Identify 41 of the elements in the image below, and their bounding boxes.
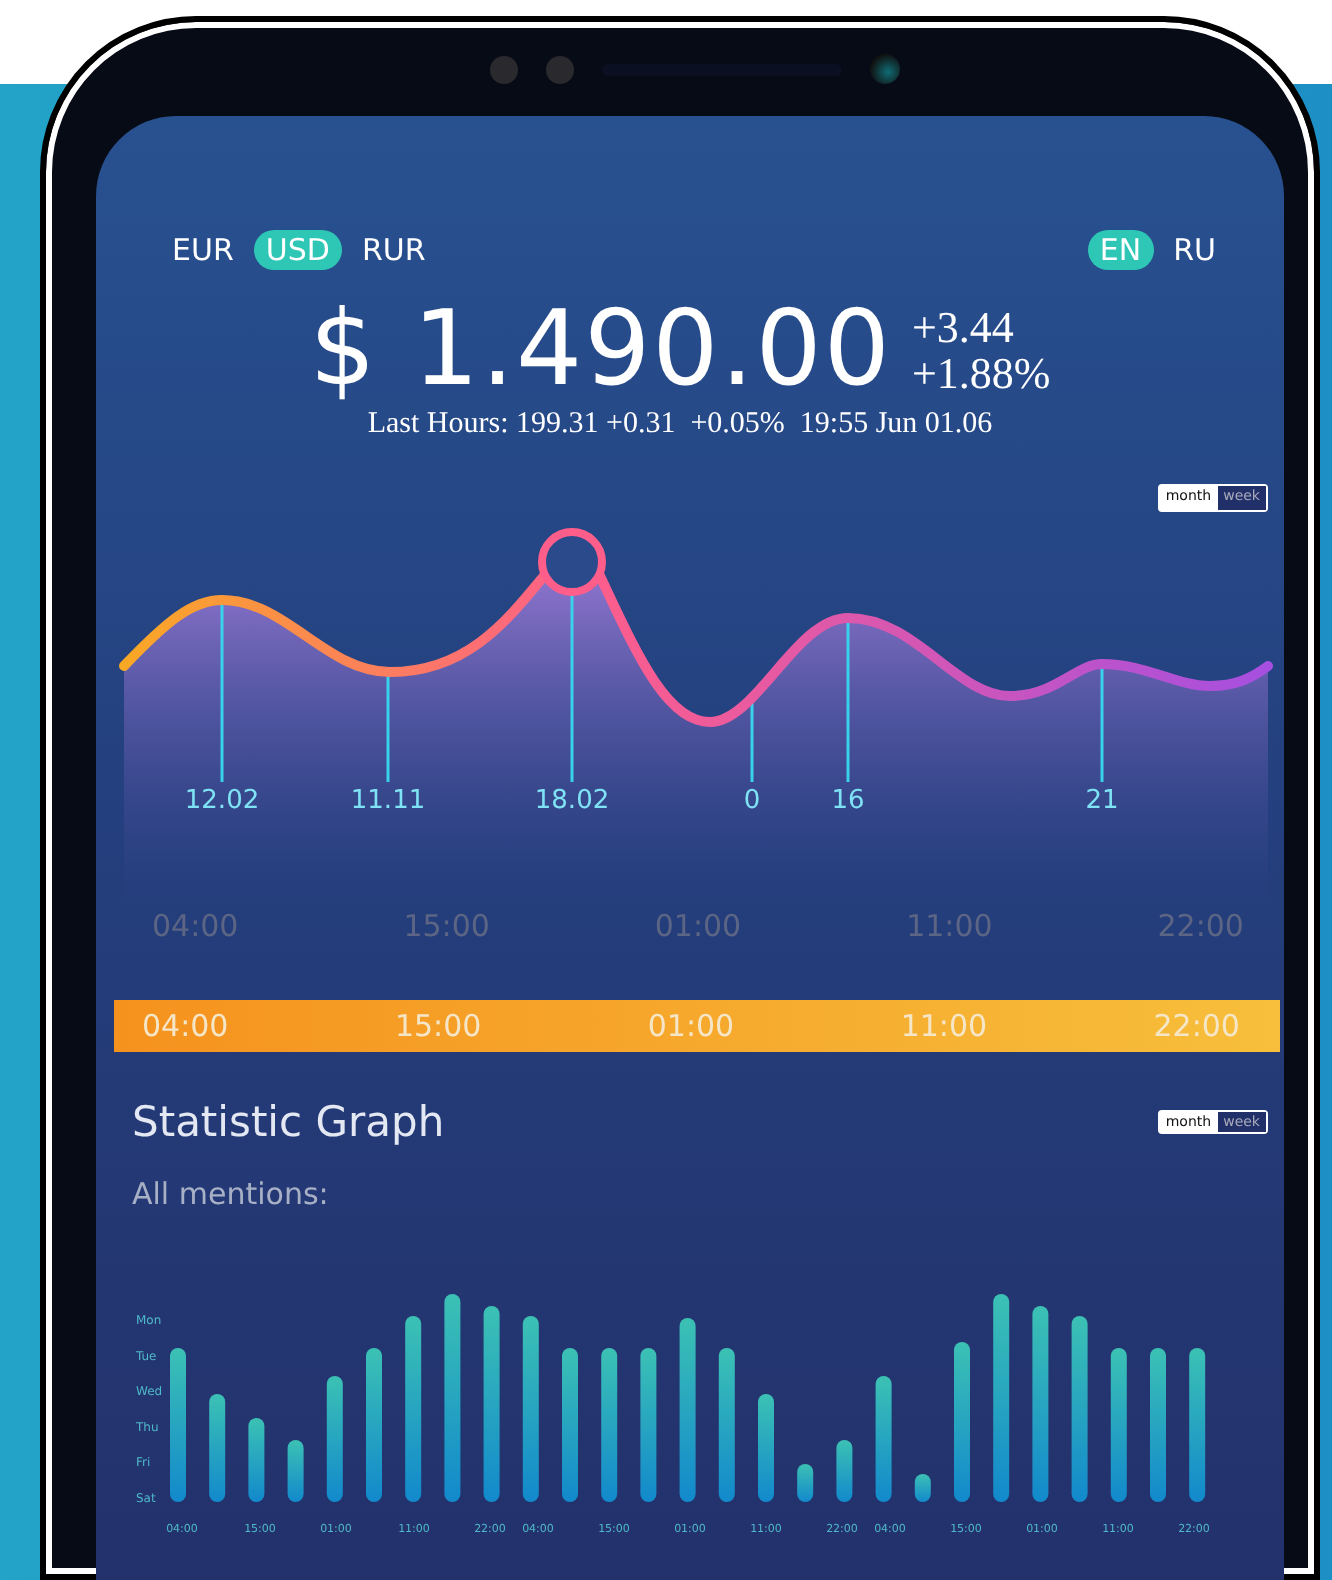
currency-option[interactable]: RUR xyxy=(349,230,438,270)
marker-label: 12.02 xyxy=(184,786,260,816)
sensor-icon xyxy=(545,55,573,83)
price-value: $ 1.490.00 xyxy=(309,290,892,410)
time-label: 11:00 xyxy=(900,1008,988,1044)
mention-bar xyxy=(836,1440,853,1502)
last-hours-text: Last Hours: 199.31 +0.31 +0.05% 19:55 Jun 01.06 xyxy=(365,408,995,444)
sensor-icon xyxy=(489,55,517,83)
mention-bar xyxy=(248,1418,265,1502)
mention-bar xyxy=(797,1464,814,1502)
camera-icon xyxy=(869,54,899,84)
time-label: 15:00 xyxy=(394,1008,482,1044)
mention-bar xyxy=(326,1376,343,1502)
mention-bar xyxy=(875,1376,892,1502)
change-amount: +3.44 xyxy=(911,304,1016,350)
language-option[interactable]: RU xyxy=(1161,230,1228,270)
time-label: 15:00 xyxy=(403,908,490,948)
mention-bar xyxy=(209,1394,226,1502)
change-percent: +1.88% xyxy=(911,350,1051,396)
currency-option[interactable]: EUR xyxy=(160,230,246,270)
marker-label: 16 xyxy=(831,786,865,816)
time-label: 22:00 xyxy=(1157,908,1244,948)
mention-bar xyxy=(758,1394,774,1502)
point-marker[interactable] xyxy=(538,528,606,596)
section-title: Statistic Graph xyxy=(132,1098,445,1146)
time-label: 01:00 xyxy=(647,1008,735,1044)
marker-line xyxy=(750,702,754,782)
marker-label: 11.11 xyxy=(350,786,426,816)
marker-label: 0 xyxy=(743,786,761,816)
time-label: 11:00 xyxy=(906,908,993,948)
marker-line xyxy=(1100,664,1104,782)
marker-label: 18.02 xyxy=(534,786,610,816)
mention-bar xyxy=(914,1474,931,1502)
marker-label: 21 xyxy=(1085,786,1119,816)
marker-line xyxy=(386,672,390,782)
time-label: 22:00 xyxy=(1153,1008,1240,1044)
time-label: 04:00 xyxy=(152,908,239,948)
time-label: 01:00 xyxy=(654,908,742,948)
mention-bar xyxy=(287,1440,304,1502)
time-label: 04:00 xyxy=(142,1008,229,1044)
section-subtitle: All mentions: xyxy=(130,1176,331,1216)
